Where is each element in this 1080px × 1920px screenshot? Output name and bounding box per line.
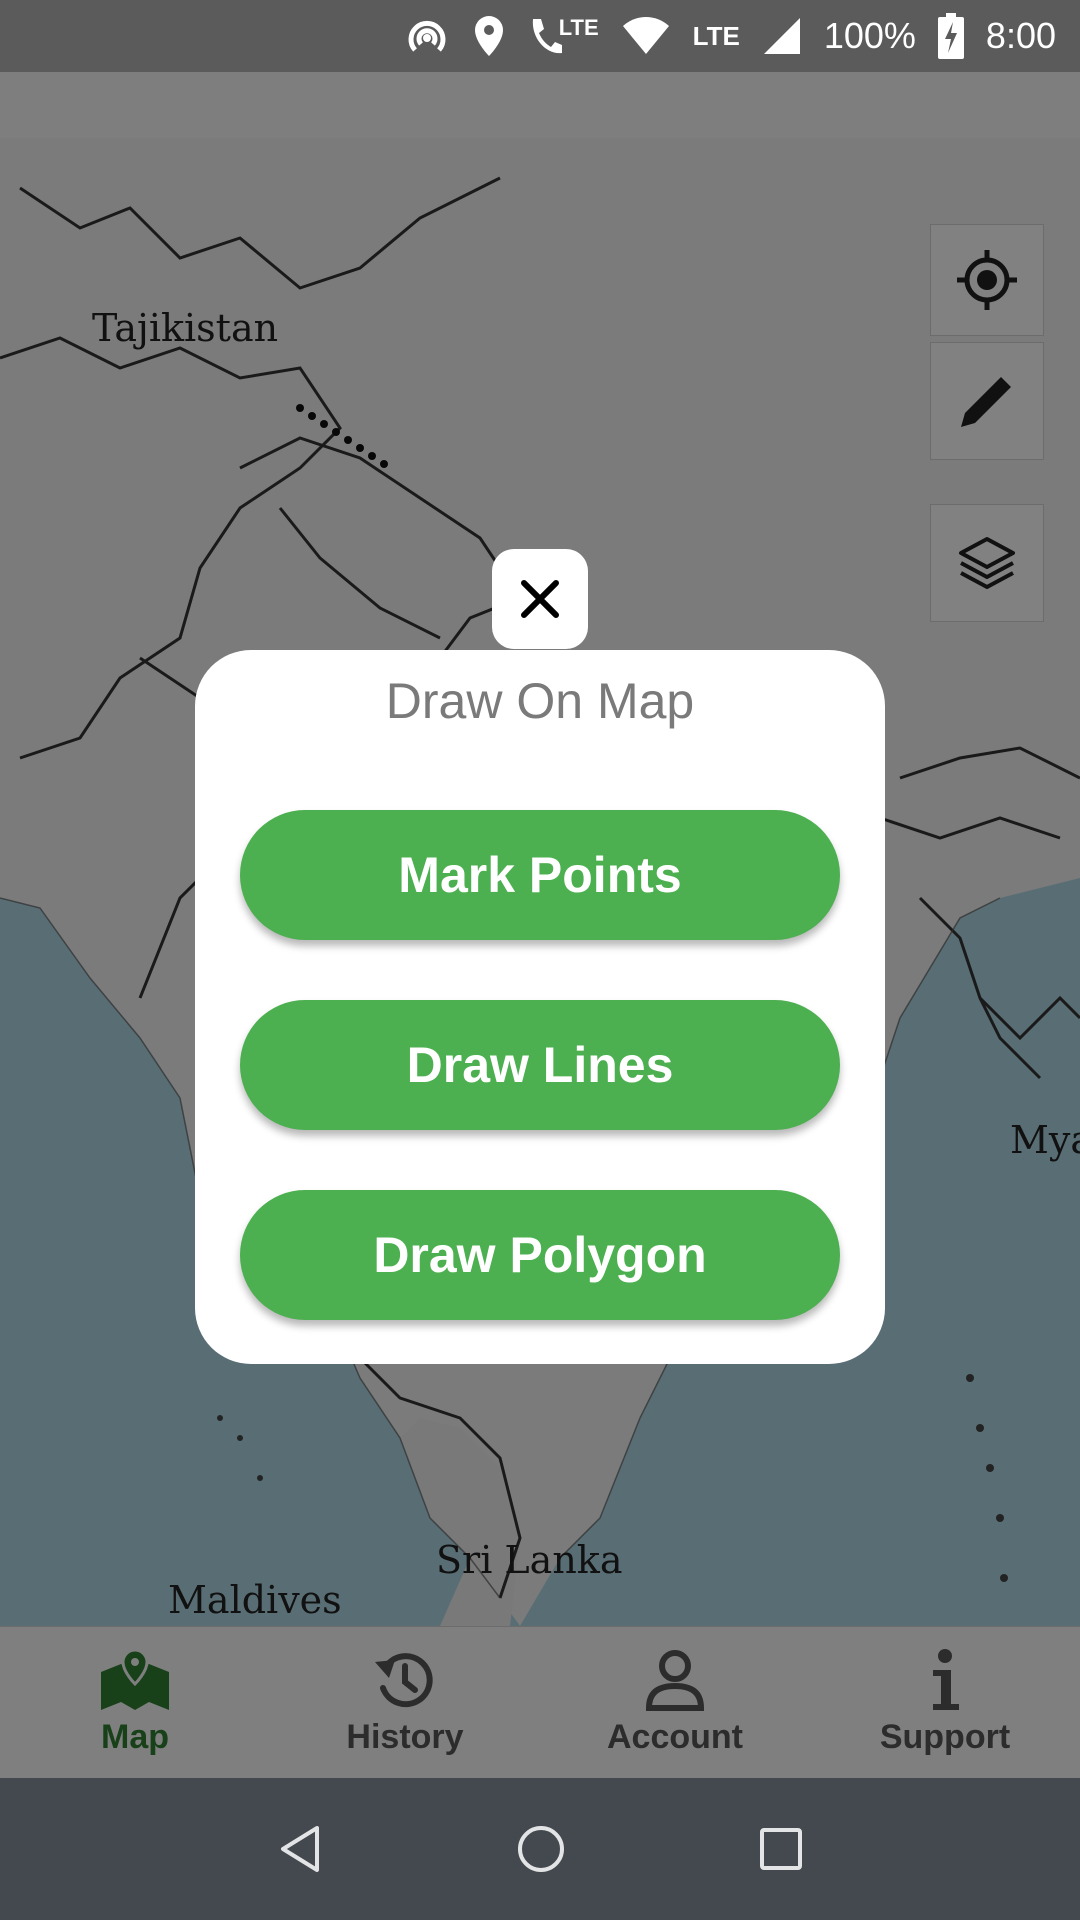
- status-bar: LTE LTE 100% 8:00: [0, 0, 1080, 72]
- lte-data-label: LTE: [692, 20, 740, 51]
- back-icon[interactable]: [277, 1824, 323, 1874]
- draw-on-map-dialog: Draw On Map Mark Points Draw Lines Draw …: [195, 650, 885, 1364]
- lte-call-label: LTE: [558, 15, 599, 40]
- wifi-icon: [621, 16, 671, 56]
- clock: 8:00: [985, 15, 1056, 56]
- home-icon[interactable]: [516, 1824, 566, 1874]
- close-dialog-button[interactable]: [492, 549, 588, 649]
- mark-points-button[interactable]: Mark Points: [240, 810, 840, 940]
- volte-call-icon: LTE: [527, 15, 599, 57]
- recents-icon[interactable]: [759, 1827, 803, 1871]
- location-icon: [473, 14, 505, 58]
- signal-icon: [762, 16, 802, 56]
- battery-charging-icon: [937, 13, 964, 59]
- system-navigation-bar: [0, 1778, 1080, 1920]
- dialog-title: Draw On Map: [385, 673, 695, 729]
- draw-lines-button[interactable]: Draw Lines: [240, 1000, 840, 1130]
- hotspot-icon: [403, 14, 451, 58]
- battery-text: 100%: [823, 15, 916, 56]
- close-icon: [521, 580, 559, 618]
- draw-polygon-button[interactable]: Draw Polygon: [240, 1190, 840, 1320]
